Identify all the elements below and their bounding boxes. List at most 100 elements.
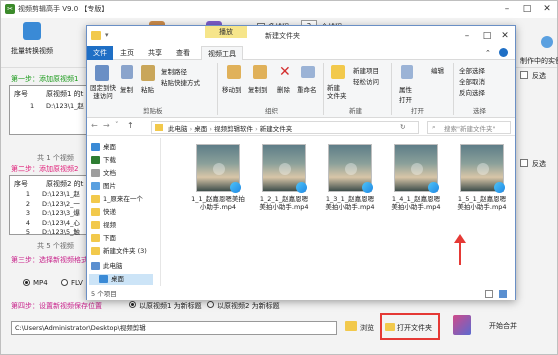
move-to-icon <box>227 65 241 79</box>
paste-button[interactable]: 粘贴 <box>141 84 154 94</box>
recent-icon[interactable]: ˅ <box>115 121 119 129</box>
copy-path-button[interactable]: 复制路径 <box>161 66 187 76</box>
maximize-button[interactable]: □ <box>517 2 537 16</box>
address-field[interactable]: 此电脑 › 桌面 › 视频剪辑软件 › 新建文件夹 ↻ <box>151 121 419 134</box>
example-link[interactable]: 制作中的实例 <box>520 56 558 66</box>
pin-icon <box>95 65 109 81</box>
select-all-button[interactable]: 全部选择 <box>459 65 485 75</box>
minimize-button[interactable]: – <box>497 2 517 16</box>
tab-share[interactable]: 共享 <box>143 46 167 60</box>
rename-button[interactable]: 重命名 <box>297 84 317 94</box>
folder-icon <box>91 208 100 216</box>
file-name: 1_2_1_赵嘉恩嗯美拍小助手.mp4 <box>259 195 309 211</box>
properties-button[interactable]: 属性 <box>399 84 412 94</box>
back-icon[interactable]: ← <box>91 121 98 130</box>
help-icon[interactable] <box>541 36 553 48</box>
row-index: 2 <box>25 199 31 208</box>
nav-item-desktop[interactable]: 桌面 <box>91 142 116 153</box>
table-row[interactable]: 2 D:\123\2_一 <box>14 200 80 210</box>
desktop-icon <box>91 143 100 151</box>
nav-item-folder[interactable]: 快递 <box>91 207 116 218</box>
explorer-maximize-button[interactable]: □ <box>477 29 497 43</box>
document-icon <box>91 169 100 177</box>
table-row[interactable]: 3 D:\123\3_爆 <box>14 209 80 219</box>
tab-view[interactable]: 查看 <box>171 46 195 60</box>
format-mp4-radio[interactable] <box>23 279 30 286</box>
tab-home[interactable]: 主页 <box>115 46 139 60</box>
reverse2-checkbox[interactable] <box>520 159 528 167</box>
rename-icon <box>301 66 315 78</box>
refresh-icon[interactable]: ↻ <box>400 123 405 131</box>
video1-list[interactable]: 序号 原视频1 的t 1 D:\123\1_赵 <box>9 85 89 135</box>
search-field[interactable]: ⌕ 搜索"新建文件夹" <box>427 121 511 134</box>
table-row[interactable]: 5 D:\123\5_触 <box>14 228 80 238</box>
reverse-checkbox[interactable] <box>520 71 528 79</box>
tab-video-tools[interactable]: 视频工具 <box>201 46 243 60</box>
file-item[interactable]: 1_1_赵嘉恩嗯美拍小助手.mp4 <box>191 144 245 220</box>
nav-item-folder[interactable]: 1_原来在一个 <box>91 194 143 205</box>
nav-item-folder[interactable]: 下面 <box>91 233 116 244</box>
batch-convert-button[interactable]: 批量转换视频 <box>11 22 53 56</box>
video2-list[interactable]: 序号 原视频2 的t 1 D:\123\1_赵 2 D:\123\2_一 3 D:\1… <box>9 175 89 238</box>
row-path: D:\123\5_触 <box>42 228 80 236</box>
manage-context-tab[interactable]: 播放 <box>205 26 247 38</box>
quick-access-toolbar[interactable]: ▾ <box>105 31 109 39</box>
file-item[interactable]: 1_4_1_赵嘉恩嗯美拍小助手.mp4 <box>389 144 443 220</box>
ribbon-collapse-icon[interactable]: ⌃ <box>485 49 491 57</box>
nav-item-desktop-selected[interactable]: 桌面 <box>89 274 153 285</box>
nav-item-this-pc[interactable]: 此电脑 <box>91 261 123 272</box>
table-row[interactable]: 4 D:\123\4_心 <box>14 219 80 229</box>
new-group-label: 新建 <box>349 107 362 115</box>
ribbon-tabs: 文件 主页 共享 查看 视频工具 ⌃ <box>87 46 515 60</box>
nav-item-downloads[interactable]: 下载 <box>91 155 116 166</box>
copy-to-button[interactable]: 复制到 <box>248 84 268 94</box>
breadcrumb-item[interactable]: 此电脑 <box>168 125 188 133</box>
nav-label: 文档 <box>103 169 116 177</box>
edit-button[interactable]: 编辑 <box>431 65 444 75</box>
file-item[interactable]: 1_5_1_赵嘉恩嗯美拍小助手.mp4 <box>455 144 509 220</box>
item-count: 5 个项目 <box>91 290 117 298</box>
save-path-input[interactable]: C:\Users\Administrator\Desktop\视频剪辑 <box>11 321 337 335</box>
video-thumbnail <box>196 144 241 193</box>
nav-item-pictures[interactable]: 图片 <box>91 181 116 192</box>
start-merge-button[interactable]: 开始合并 <box>489 321 517 331</box>
delete-button[interactable]: 删除 <box>277 84 290 94</box>
open-button[interactable]: 打开 <box>399 94 412 104</box>
explorer-minimize-button[interactable]: – <box>457 29 477 43</box>
new-item-button[interactable]: 新建项目 <box>353 65 379 75</box>
breadcrumb-item[interactable]: 桌面 <box>194 125 207 133</box>
pin-quick-access-button[interactable]: 固定到快速访问 <box>88 84 118 100</box>
file-item[interactable]: 1_2_1_赵嘉恩嗯美拍小助手.mp4 <box>257 144 311 220</box>
browse-button[interactable]: 浏览 <box>360 323 374 333</box>
format-flv-radio[interactable] <box>61 279 68 286</box>
folder-icon <box>91 221 100 229</box>
easy-access-button[interactable]: 轻松访问 <box>353 76 379 86</box>
nav-item-folder[interactable]: 视频 <box>91 220 116 231</box>
help-icon[interactable] <box>499 48 508 57</box>
nav-item-documents[interactable]: 文档 <box>91 168 116 179</box>
naming-option2-label: 以原视频2 为新标题 <box>217 302 280 310</box>
details-view-icon[interactable] <box>485 290 493 298</box>
nav-item-folder[interactable]: 新建文件夹 (3) <box>91 246 147 257</box>
move-to-button[interactable]: 移动到 <box>222 84 242 94</box>
tab-file[interactable]: 文件 <box>87 46 113 60</box>
new-folder-button[interactable]: 新建 文件夹 <box>327 84 347 100</box>
naming-option2-radio[interactable] <box>207 301 214 308</box>
select-none-button[interactable]: 全部取消 <box>459 76 485 86</box>
nav-label: 新建文件夹 (3) <box>103 247 147 255</box>
large-icons-view-icon[interactable] <box>499 290 507 298</box>
naming-option1-radio[interactable] <box>129 301 136 308</box>
table-row[interactable]: 1 D:\123\1_赵 <box>14 190 80 200</box>
file-item[interactable]: 1_3_1_赵嘉恩嗯美拍小助手.mp4 <box>323 144 377 220</box>
reverse2-label: 反选 <box>532 160 546 168</box>
breadcrumb-item[interactable]: 新建文件夹 <box>260 125 293 133</box>
row-path: D:\123\4_心 <box>42 218 80 227</box>
explorer-close-button[interactable]: ✕ <box>495 29 515 43</box>
close-button[interactable]: ✕ <box>537 2 557 16</box>
paste-shortcut-button[interactable]: 粘贴快捷方式 <box>161 77 200 87</box>
copy-button[interactable]: 复制 <box>120 84 133 94</box>
up-icon[interactable]: ↑ <box>127 121 134 130</box>
forward-icon[interactable]: → <box>103 121 110 130</box>
breadcrumb-item[interactable]: 视频剪辑软件 <box>214 125 253 133</box>
invert-selection-button[interactable]: 反向选择 <box>459 87 485 97</box>
